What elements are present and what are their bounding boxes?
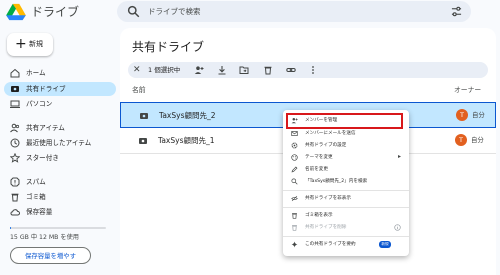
selection-toolbar: ✕ 1 個選択中: [128, 62, 488, 78]
column-header-name[interactable]: 名前: [132, 86, 146, 95]
new-button-label: 新規: [29, 40, 43, 48]
sidebar-item-storage[interactable]: 保存容量: [4, 205, 116, 219]
sidebar-item-label: 共有アイテム: [26, 124, 65, 132]
more-actions-icon[interactable]: [308, 65, 318, 75]
menu-divider: [283, 207, 409, 208]
menu-item-label: 共有ドライブを非表示: [305, 196, 351, 201]
copy-link-icon[interactable]: [286, 65, 296, 75]
home-icon: [10, 68, 20, 78]
sidebar-item-home[interactable]: ホーム: [4, 66, 116, 80]
menu-item-label: 共有ドライブを削除: [305, 225, 347, 230]
drive-logo-icon: [6, 3, 26, 21]
sidebar-item-shared-drives[interactable]: 共有ドライブ: [4, 82, 116, 96]
shared-drive-icon: [11, 86, 19, 92]
search-icon[interactable]: [127, 5, 140, 18]
edit-icon: [291, 166, 298, 173]
menu-divider: [283, 236, 409, 237]
menu-item-label: ゴミ箱を表示: [305, 213, 333, 218]
delete-icon[interactable]: [263, 65, 273, 75]
owner-label: 自分: [472, 111, 485, 119]
drive-name: TaxSys顧問先_1: [158, 136, 215, 145]
search-icon: [291, 178, 298, 185]
owner-label: 自分: [471, 136, 484, 144]
sidebar-item-label: パソコン: [26, 100, 53, 108]
menu-item-label: 共有ドライブの設定: [305, 143, 347, 148]
sidebar-item-recent[interactable]: 最近使用したアイテム: [4, 136, 116, 150]
sidebar-item-spam[interactable]: スパム: [4, 175, 116, 189]
sidebar-item-label: スター付き: [26, 154, 59, 162]
menu-item-view-trash[interactable]: ゴミ箱を表示: [283, 210, 409, 222]
menu-item-label: 名前を変更: [305, 167, 328, 172]
app-title: ドライブ: [31, 5, 80, 19]
avatar: T: [456, 109, 468, 121]
clear-selection-close-icon[interactable]: ✕: [133, 65, 141, 75]
column-header-owner: オーナー: [454, 86, 482, 94]
settings-icon: [291, 142, 298, 149]
menu-item-email-members[interactable]: メンバーにメールを送信: [283, 128, 409, 140]
menu-divider: [283, 190, 409, 191]
sidebar-item-trash[interactable]: ゴミ箱: [4, 190, 116, 204]
star-icon: [10, 153, 20, 163]
sidebar-item-shared-with-me[interactable]: 共有アイテム: [4, 121, 116, 135]
sidebar-item-label: 最近使用したアイテム: [26, 139, 92, 147]
hide-icon: [291, 195, 298, 202]
sidebar-item-label: スパム: [26, 178, 46, 186]
search-bar[interactable]: ドライブで検索: [117, 1, 471, 22]
menu-item-summarize-drive[interactable]: この共有ドライブを要約 新規: [283, 239, 409, 251]
highlight-annotation-box: [286, 113, 403, 129]
sidebar-item-computers[interactable]: パソコン: [4, 97, 116, 111]
search-input[interactable]: ドライブで検索: [148, 5, 201, 18]
menu-item-label: 「TaxSys顧問先_2」内を検索: [305, 179, 368, 184]
menu-item-label: メンバーにメールを送信: [305, 131, 356, 136]
sidebar-item-label: ホーム: [26, 69, 46, 77]
menu-item-drive-settings[interactable]: 共有ドライブの設定: [283, 140, 409, 152]
get-more-storage-label: 保存容量を増やす: [24, 252, 77, 260]
search-options-icon[interactable]: [451, 6, 462, 17]
computer-icon: [10, 100, 20, 108]
storage-bar-fill: [10, 227, 11, 229]
drive-name: TaxSys顧問先_2: [159, 111, 216, 120]
menu-item-label: この共有ドライブを要約: [305, 242, 356, 247]
submenu-arrow-icon: ▸: [397, 153, 401, 160]
mail-icon: [291, 131, 298, 136]
context-menu: メンバーを管理 メンバーにメールを送信 共有ドライブの設定 テーマを変更 ▸ 名…: [283, 110, 409, 256]
add-member-icon[interactable]: [194, 65, 204, 75]
info-icon[interactable]: [394, 224, 401, 231]
storage-usage-text: 15 GB 中 12 MB を使用: [10, 234, 79, 241]
cloud-icon: [10, 209, 20, 216]
move-to-folder-icon[interactable]: [239, 65, 249, 75]
menu-item-delete-drive: 共有ドライブを削除: [283, 222, 409, 234]
download-icon[interactable]: [217, 65, 227, 75]
trash-icon: [11, 193, 19, 202]
selection-count: 1 個選択中: [148, 66, 181, 74]
clock-icon: [10, 138, 20, 148]
menu-item-search-within[interactable]: 「TaxSys顧問先_2」内を検索: [283, 176, 409, 188]
sparkle-icon: [291, 241, 298, 248]
sidebar-item-starred[interactable]: スター付き: [4, 151, 116, 165]
people-icon: [10, 123, 20, 133]
page-title: 共有ドライブ: [132, 40, 205, 54]
delete-icon: [292, 225, 297, 231]
get-more-storage-button[interactable]: 保存容量を増やす: [10, 247, 91, 264]
plus-icon: +: [15, 36, 27, 52]
menu-item-change-theme[interactable]: テーマを変更 ▸: [283, 152, 409, 164]
trash-icon: [292, 213, 297, 219]
menu-item-hide-drive[interactable]: 共有ドライブを非表示: [283, 193, 409, 205]
new-badge: 新規: [379, 241, 391, 248]
new-button[interactable]: + 新規: [7, 33, 53, 56]
spam-icon: [10, 177, 20, 187]
shared-drive-icon: [140, 113, 148, 119]
avatar: T: [455, 134, 467, 146]
shared-drive-icon: [139, 138, 147, 144]
sidebar-item-label: 保存容量: [26, 208, 53, 216]
sidebar-item-label: ゴミ箱: [26, 193, 46, 201]
storage-bar: [10, 227, 106, 229]
menu-item-rename[interactable]: 名前を変更: [283, 164, 409, 176]
sidebar-item-label: 共有ドライブ: [26, 85, 66, 93]
menu-item-label: テーマを変更: [305, 155, 333, 160]
palette-icon: [291, 154, 298, 161]
